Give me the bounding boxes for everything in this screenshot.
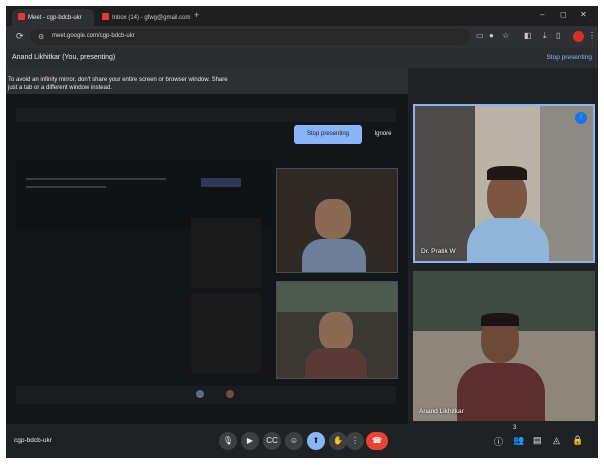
tab-meet[interactable]: Meet - cgp-bdcb-ukr	[12, 9, 94, 26]
mirror-echo	[191, 218, 261, 288]
extensions-icon[interactable]: ◧	[524, 31, 532, 40]
mirror-person	[302, 239, 366, 272]
mic-icon[interactable]: 🎙	[219, 432, 237, 450]
more-icon[interactable]: ⋮	[346, 432, 364, 450]
site-info-icon[interactable]: ⚙	[38, 33, 44, 41]
mirror-echo	[226, 390, 234, 398]
mirror-echo	[26, 178, 166, 180]
meeting-code: cgp-bdcb-ukr	[14, 437, 52, 444]
mirror-tile	[276, 168, 398, 273]
emoji-icon[interactable]: ☺	[285, 432, 303, 450]
mirror-background	[277, 282, 397, 312]
new-tab-button[interactable]: +	[194, 10, 199, 20]
captions-icon[interactable]: CC	[263, 432, 281, 450]
meet-icon	[18, 13, 25, 20]
warning-text: just a tab or a different window instead…	[8, 85, 112, 91]
participant-tile[interactable]: ⫶ Dr. Pratik W	[413, 104, 595, 263]
end-call-icon[interactable]: ☎	[366, 432, 388, 450]
video-background	[540, 106, 593, 261]
bookmark-star-icon[interactable]: ☆	[502, 31, 509, 40]
participant-tile[interactable]: Anand Likhitkar	[413, 271, 595, 421]
present-icon[interactable]: ⬆	[307, 432, 325, 450]
mirror-echo	[16, 108, 396, 122]
close-window-button[interactable]: ✕	[580, 10, 587, 19]
tab-strip: Meet - cgp-bdcb-ukr Inbox (14) - gfwg@gm…	[6, 6, 598, 26]
participant-video	[481, 313, 519, 326]
info-icon[interactable]: ⓘ	[494, 435, 503, 448]
mirror-echo	[196, 390, 204, 398]
infinity-mirror-warning: To avoid an infinity mirror, don't share…	[6, 68, 408, 104]
ignore-button[interactable]: Ignore	[368, 125, 398, 144]
download-icon[interactable]: ⤓	[543, 31, 547, 41]
cast-icon[interactable]: ▭	[476, 31, 484, 40]
mirror-person	[305, 348, 367, 378]
warning-text: To avoid an infinity mirror, don't share…	[8, 77, 228, 83]
hand-icon[interactable]: ✋	[329, 432, 347, 450]
participant-video	[487, 166, 527, 180]
camera-indicator-icon[interactable]: ●	[489, 31, 494, 40]
presenting-header: Anand Likhitkar (You, presenting) Stop p…	[6, 48, 598, 68]
url-text: meet.google.com/cgp-bdcb-ukr	[52, 33, 135, 39]
mirror-tile	[276, 281, 398, 379]
stop-presenting-link[interactable]: Stop presenting	[546, 54, 592, 61]
mirror-echo	[16, 386, 396, 404]
participant-video	[467, 218, 549, 261]
browser-menu-icon[interactable]: ⋮	[588, 31, 596, 40]
people-count: 3	[513, 425, 517, 431]
maximize-button[interactable]: ◻	[560, 10, 567, 19]
gmail-icon	[102, 13, 109, 20]
mirror-echo	[201, 178, 241, 187]
sidepanel-icon[interactable]: ▯	[556, 31, 560, 40]
browser-toolbar: ⟳ ⚙ meet.google.com/cgp-bdcb-ukr ▭ ● ☆ ◧…	[6, 26, 598, 48]
participant-name: Dr. Pratik W	[421, 248, 456, 255]
stop-presenting-button[interactable]: Stop presenting	[294, 125, 362, 144]
mirror-person	[315, 199, 351, 239]
participant-name: Anand Likhitkar	[419, 408, 464, 415]
mirror-person	[319, 312, 353, 350]
video-background	[415, 106, 475, 261]
profile-avatar[interactable]	[573, 31, 584, 42]
mirror-echo	[191, 293, 261, 373]
shared-screen-stage: To avoid an infinity mirror, don't share…	[6, 68, 408, 424]
mirror-echo	[26, 186, 106, 188]
reload-icon[interactable]: ⟳	[16, 31, 24, 42]
tab-label: Meet - cgp-bdcb-ukr	[28, 15, 82, 21]
browser-window: Meet - cgp-bdcb-ukr Inbox (14) - gfwg@gm…	[6, 6, 598, 458]
chat-icon[interactable]: ▤	[533, 435, 542, 446]
presenter-banner: Anand Likhitkar (You, presenting)	[12, 54, 116, 61]
tab-gmail[interactable]: Inbox (14) - gfwg@gmail.com	[96, 9, 191, 26]
camera-icon[interactable]: ▶	[241, 432, 259, 450]
address-bar[interactable]: ⚙ meet.google.com/cgp-bdcb-ukr	[30, 29, 470, 45]
minimize-button[interactable]: –	[540, 10, 544, 19]
speaking-indicator-icon: ⫶	[575, 112, 587, 124]
tab-label: Inbox (14) - gfwg@gmail.com	[112, 15, 191, 21]
meeting-controls: cgp-bdcb-ukr 🎙 ▶ CC ☺ ⬆ ✋ ⋮ ☎ 3 ⓘ 👥 ▤ ◬ …	[6, 424, 598, 458]
activities-icon[interactable]: ◬	[553, 435, 560, 446]
lock-icon[interactable]: 🔒	[572, 435, 583, 446]
people-icon[interactable]: 👥	[513, 435, 524, 446]
participant-video	[457, 363, 545, 421]
